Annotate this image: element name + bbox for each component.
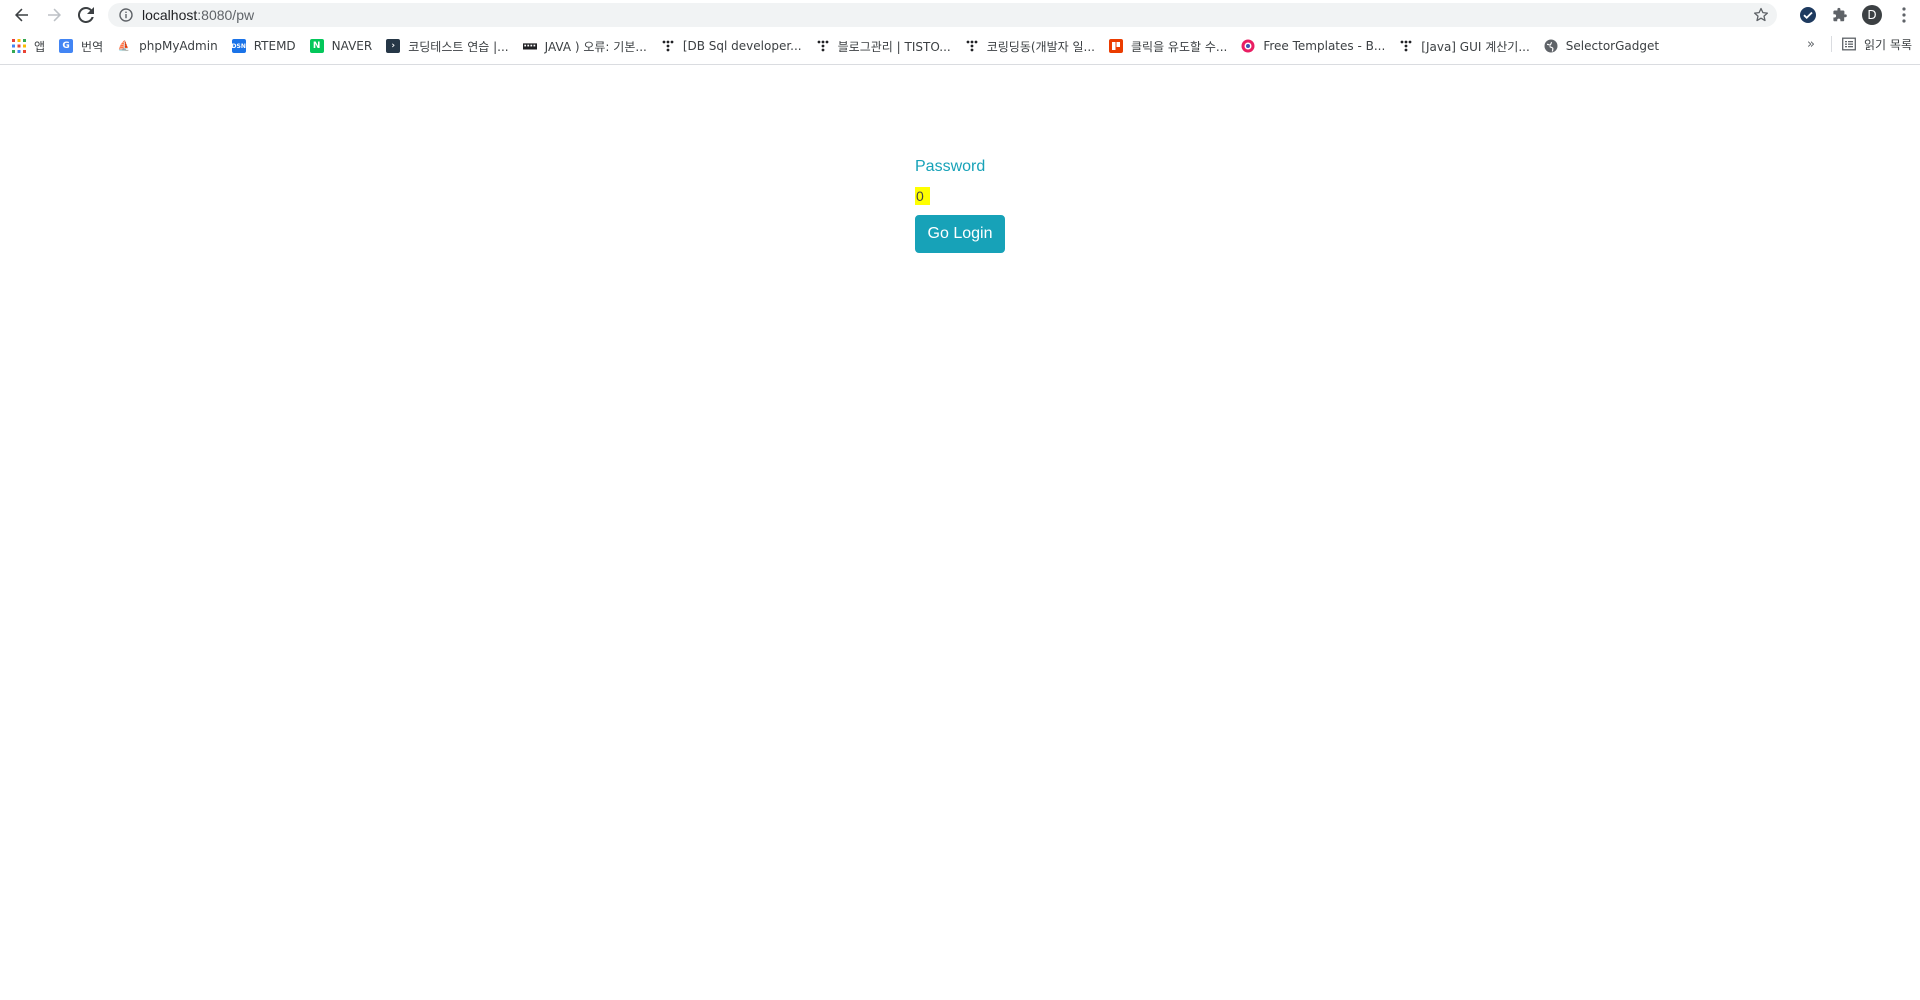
back-arrow-icon <box>15 8 28 21</box>
templates-icon <box>1241 39 1255 53</box>
tistory-icon <box>965 39 979 53</box>
bookmark-item[interactable]: 클릭을 유도할 수... <box>1102 35 1234 57</box>
globe-icon <box>1544 39 1558 53</box>
bookmark-item[interactable]: SelectorGadget <box>1537 35 1666 57</box>
bookmark-item[interactable]: [DB Sql developer... <box>654 35 809 57</box>
bookmark-label: NAVER <box>331 39 373 53</box>
bookmark-item[interactable]: › 코딩테스트 연습 |... <box>379 35 515 57</box>
browser-toolbar: localhost:8080/pw D <box>0 0 1920 29</box>
bookmark-item[interactable]: 블로그관리 | TISTO... <box>809 35 958 57</box>
bookmark-label: 번역 <box>81 39 104 54</box>
check-circle-icon <box>1800 6 1816 23</box>
bookmark-label: SelectorGadget <box>1565 39 1660 53</box>
password-value: 0 <box>915 187 930 205</box>
kebab-menu-icon <box>1902 6 1906 23</box>
bookmark-item[interactable]: Free Templates - B... <box>1234 35 1392 57</box>
avatar: D <box>1862 4 1882 25</box>
bookmark-item[interactable]: G 번역 <box>52 35 110 57</box>
password-panel: Password 0 Go Login <box>915 156 1005 253</box>
bookmark-label: 클릭을 유도할 수... <box>1130 39 1228 54</box>
browser-menu-button[interactable] <box>1888 0 1920 29</box>
bookmark-label: RTEMD <box>253 39 296 53</box>
apps-grid-icon <box>12 39 26 53</box>
rtemd-icon: DSN <box>232 39 246 53</box>
reload-icon <box>78 6 94 23</box>
bookmark-label: Free Templates - B... <box>1263 39 1386 53</box>
bookmark-label: JAVA ) 오류: 기본... <box>544 39 647 54</box>
more-bookmarks-button[interactable]: » <box>1799 37 1823 52</box>
reading-list-button[interactable]: 읽기 목록 <box>1842 36 1912 53</box>
bookmark-label: phpMyAdmin <box>139 39 218 53</box>
reload-button[interactable] <box>70 0 102 29</box>
url-path: :8080/pw <box>197 7 255 23</box>
url-host: localhost <box>142 7 198 23</box>
bookmark-label: 코링딩동(개발자 일... <box>986 39 1095 54</box>
password-label: Password <box>915 158 986 175</box>
bookmark-star-icon[interactable] <box>1753 7 1769 23</box>
bookmark-item[interactable]: 앱 <box>0 35 52 57</box>
puzzle-icon <box>1833 7 1847 21</box>
bookmark-item[interactable]: ⛵ phpMyAdmin <box>110 35 225 57</box>
bookmark-label: 앱 <box>34 39 46 54</box>
profile-button[interactable]: D <box>1856 0 1888 29</box>
bookmark-label: 블로그관리 | TISTO... <box>837 39 951 54</box>
forward-button[interactable] <box>38 0 70 29</box>
forward-arrow-icon <box>48 8 61 21</box>
phpmyadmin-icon: ⛵ <box>117 40 131 52</box>
site-info-icon[interactable] <box>118 7 134 23</box>
back-button[interactable] <box>6 0 38 29</box>
url-text: localhost:8080/pw <box>142 7 254 23</box>
tistory-icon <box>816 39 830 53</box>
bookmark-label: [DB Sql developer... <box>682 39 802 53</box>
bookmark-label: [Java] GUI 계산기... <box>1421 39 1530 54</box>
address-bar[interactable]: localhost:8080/pw <box>108 3 1777 27</box>
toolbar-right: D <box>1792 0 1920 29</box>
bookmark-item[interactable]: [Java] GUI 계산기... <box>1392 35 1537 57</box>
tistory-icon <box>661 39 675 53</box>
divider <box>1831 36 1833 52</box>
tistory-icon <box>1399 39 1413 53</box>
extensions-button[interactable] <box>1824 0 1856 29</box>
bookmark-item[interactable]: JAVA ) 오류: 기본... <box>516 35 654 57</box>
bookmark-item[interactable]: 코링딩동(개발자 일... <box>958 35 1102 57</box>
office-icon <box>1108 39 1123 53</box>
naver-icon: N <box>309 39 324 53</box>
bookmarks-bar: 앱 G 번역 ⛵ phpMyAdmin DSN RTEMD N NAVER › … <box>0 33 1920 65</box>
bookmark-label: 코딩테스트 연습 |... <box>408 39 509 54</box>
bookmark-item[interactable]: DSN RTEMD <box>225 35 303 57</box>
go-login-button[interactable]: Go Login <box>915 215 1005 253</box>
reading-list-icon <box>1842 37 1856 51</box>
keyboard-icon <box>522 39 537 53</box>
reading-list-label: 읽기 목록 <box>1864 37 1912 52</box>
google-translate-icon: G <box>59 39 74 53</box>
bookmarks-bar-right: » 읽기 목록 <box>1799 33 1912 55</box>
bookmark-item[interactable]: N NAVER <box>303 35 380 57</box>
programmers-icon: › <box>386 39 401 53</box>
extension-check-button[interactable] <box>1792 0 1824 29</box>
